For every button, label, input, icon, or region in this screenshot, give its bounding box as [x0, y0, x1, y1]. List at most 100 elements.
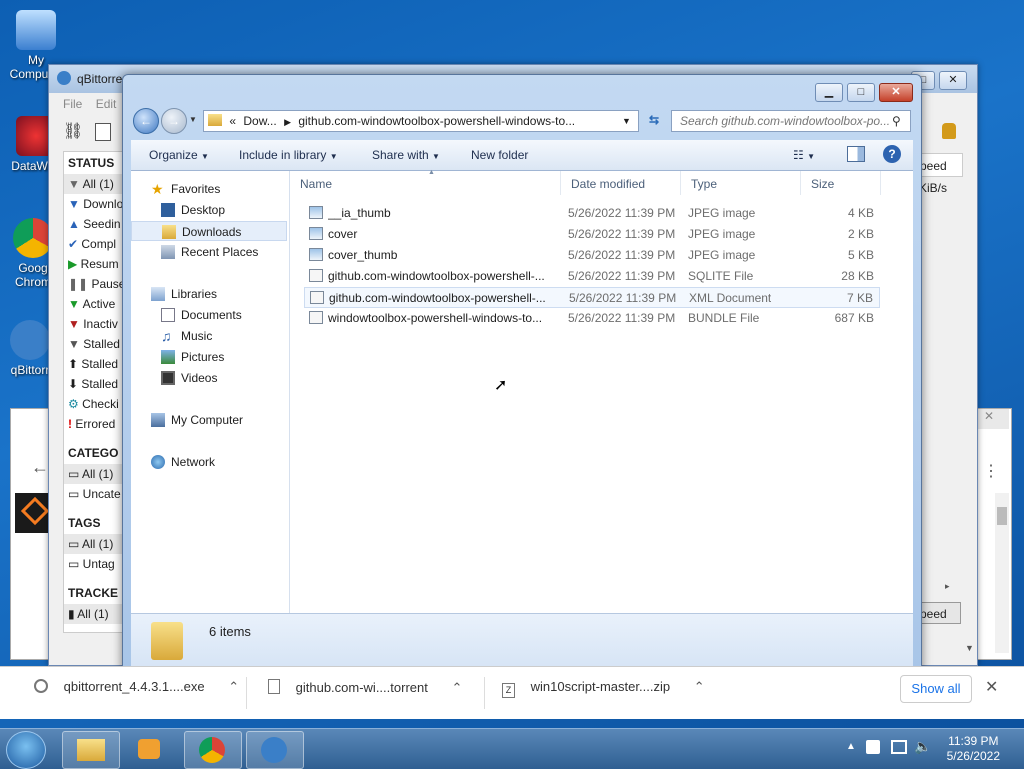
column-size[interactable]: Size — [801, 171, 881, 195]
forward-button[interactable]: → — [161, 108, 187, 134]
menu-file[interactable]: File — [63, 97, 82, 111]
volume-icon[interactable]: 🔈 — [914, 738, 931, 755]
new-folder-button[interactable]: New folder — [471, 148, 528, 162]
nav-favorites[interactable]: ★ Favorites — [131, 179, 287, 199]
tag-untagged[interactable]: ▭ Untag — [64, 554, 126, 574]
filter-status-errored[interactable]: ! Errored — [64, 414, 126, 434]
file-date: 5/26/2022 11:39 PM — [568, 248, 676, 262]
desktop-icon-label: qBittorr — [10, 363, 50, 377]
breadcrumb-current-folder[interactable]: github.com-windowtoolbox-powershell-wind… — [298, 114, 575, 128]
filter-status-inactive[interactable]: ▼ Inactiv — [64, 314, 126, 334]
trackers-header: TRACKE — [68, 586, 118, 600]
nav-downloads[interactable]: Downloads — [131, 221, 287, 241]
close-button[interactable]: ✕ — [879, 83, 913, 102]
download-item[interactable]: github.com-wi....torrent ⌃ — [268, 679, 462, 696]
lock-icon[interactable] — [942, 123, 956, 139]
column-date-modified[interactable]: Date modified — [561, 171, 681, 195]
documents-icon — [161, 308, 175, 322]
minimize-button[interactable]: ▁ — [815, 83, 843, 102]
file-icon — [268, 679, 280, 694]
file-row[interactable]: cover 5/26/2022 11:39 PM JPEG image 2 KB — [304, 224, 880, 245]
nav-network[interactable]: Network — [131, 452, 287, 472]
qbittorrent-sidebar: STATUS ▼ All (1) ▼ Downlo ▲ Seedin ✔ Com… — [63, 151, 127, 633]
nav-music[interactable]: ♫ Music — [131, 326, 287, 346]
close-button[interactable]: ✕ — [939, 71, 967, 90]
taskbar-explorer[interactable] — [62, 731, 120, 769]
action-center-icon[interactable] — [866, 740, 880, 754]
scroll-right-icon[interactable]: ▸ — [945, 581, 950, 592]
organize-button[interactable]: Organize ▼ — [149, 148, 209, 162]
filter-status-stalled-up[interactable]: ⬆ Stalled — [64, 354, 126, 374]
scroll-down-icon[interactable]: ▼ — [965, 643, 974, 653]
file-row[interactable]: github.com-windowtoolbox-powershell-... … — [304, 287, 880, 308]
nav-videos[interactable]: Videos — [131, 368, 287, 388]
category-all[interactable]: ▭ All (1) — [64, 464, 126, 484]
network-icon — [151, 455, 165, 469]
filter-status-all[interactable]: ▼ All (1) — [64, 174, 126, 194]
include-in-library-button[interactable]: Include in library ▼ — [239, 148, 338, 162]
recent-pages-icon[interactable]: ▼ — [189, 115, 197, 124]
tag-all[interactable]: ▭ All (1) — [64, 534, 126, 554]
chevron-up-icon[interactable]: ⌃ — [451, 680, 462, 695]
nav-desktop[interactable]: Desktop — [131, 200, 287, 220]
back-button[interactable]: ← — [133, 108, 159, 134]
scrollbar[interactable] — [995, 493, 1009, 653]
address-bar[interactable]: « Dow... ▶ github.com-windowtoolbox-powe… — [203, 110, 639, 132]
filter-status-seeding[interactable]: ▲ Seedin — [64, 214, 126, 234]
link-icon[interactable]: ⛓ — [63, 121, 83, 141]
file-row[interactable]: cover_thumb 5/26/2022 11:39 PM JPEG imag… — [304, 245, 880, 266]
show-all-button[interactable]: Show all — [900, 675, 972, 703]
filter-status-active[interactable]: ▼ Active — [64, 294, 126, 314]
refresh-icon[interactable]: ⇆ — [643, 110, 665, 130]
help-icon[interactable]: ? — [883, 145, 901, 163]
close-download-bar-icon[interactable]: ✕ — [985, 677, 998, 697]
filter-status-stalled[interactable]: ▼ Stalled — [64, 334, 126, 354]
preview-pane-icon[interactable] — [847, 146, 865, 162]
category-uncategorized[interactable]: ▭ Uncate — [64, 484, 126, 504]
network-tray-icon[interactable] — [891, 740, 907, 754]
change-view-button[interactable]: ☷ ▼ — [793, 148, 815, 162]
download-item[interactable]: Z win10script-master....zip ⌃ — [502, 679, 705, 698]
nav-documents[interactable]: Documents — [131, 305, 287, 325]
nav-my-computer[interactable]: My Computer — [131, 410, 287, 430]
show-hidden-icons-icon[interactable]: ▲ — [846, 741, 856, 752]
tracker-all[interactable]: ▮ All (1) — [64, 604, 126, 624]
maximize-button[interactable]: □ — [847, 83, 875, 102]
filter-status-resumed[interactable]: ▶ Resum — [64, 254, 126, 274]
add-file-icon[interactable] — [95, 123, 111, 141]
file-row[interactable]: __ia_thumb 5/26/2022 11:39 PM JPEG image… — [304, 203, 880, 224]
taskbar-chrome[interactable] — [184, 731, 242, 769]
filter-status-checking[interactable]: ⚙ Checki — [64, 394, 126, 414]
nav-libraries[interactable]: Libraries — [131, 284, 287, 304]
search-box[interactable]: Search github.com-windowtoolbox-po... ⚲ — [671, 110, 911, 132]
column-name[interactable]: Name — [290, 171, 561, 195]
taskbar-qbittorrent[interactable] — [246, 731, 304, 769]
column-type[interactable]: Type — [681, 171, 801, 195]
clock[interactable]: 11:39 PM 5/26/2022 — [947, 734, 1000, 764]
chevron-up-icon[interactable]: ⌃ — [228, 679, 239, 694]
search-icon[interactable]: ⚲ — [892, 111, 901, 131]
breadcrumb-separator-icon[interactable]: ▶ — [284, 117, 291, 127]
taskbar-media-player[interactable] — [122, 731, 178, 767]
address-dropdown-icon[interactable]: ▼ — [622, 111, 631, 131]
filter-status-paused[interactable]: ❚❚ Paused — [64, 274, 126, 294]
file-row[interactable]: github.com-windowtoolbox-powershell-... … — [304, 266, 880, 287]
filter-status-completed[interactable]: ✔ Compl — [64, 234, 126, 254]
breadcrumb-downloads[interactable]: Dow... — [243, 114, 276, 128]
file-row[interactable]: windowtoolbox-powershell-windows-to... 5… — [304, 308, 880, 329]
filter-status-stalled-down[interactable]: ⬇ Stalled — [64, 374, 126, 394]
speed-column-header[interactable]: peed — [915, 153, 963, 177]
menu-edit[interactable]: Edit — [96, 97, 117, 111]
start-button[interactable] — [6, 731, 46, 769]
nav-pictures[interactable]: Pictures — [131, 347, 287, 367]
download-item[interactable]: qbittorrent_4.4.3.1....exe ⌃ — [34, 679, 239, 695]
share-with-button[interactable]: Share with ▼ — [372, 148, 440, 162]
back-arrow-icon[interactable]: ← — [31, 457, 49, 478]
chrome-icon — [13, 218, 53, 258]
breadcrumb-overflow[interactable]: « — [229, 114, 236, 128]
menu-dots-icon[interactable]: ⋮ — [983, 461, 999, 481]
filter-status-downloading[interactable]: ▼ Downlo — [64, 194, 126, 214]
chevron-up-icon[interactable]: ⌃ — [694, 679, 705, 694]
image-file-icon — [309, 227, 323, 240]
nav-recent-places[interactable]: Recent Places — [131, 242, 287, 262]
